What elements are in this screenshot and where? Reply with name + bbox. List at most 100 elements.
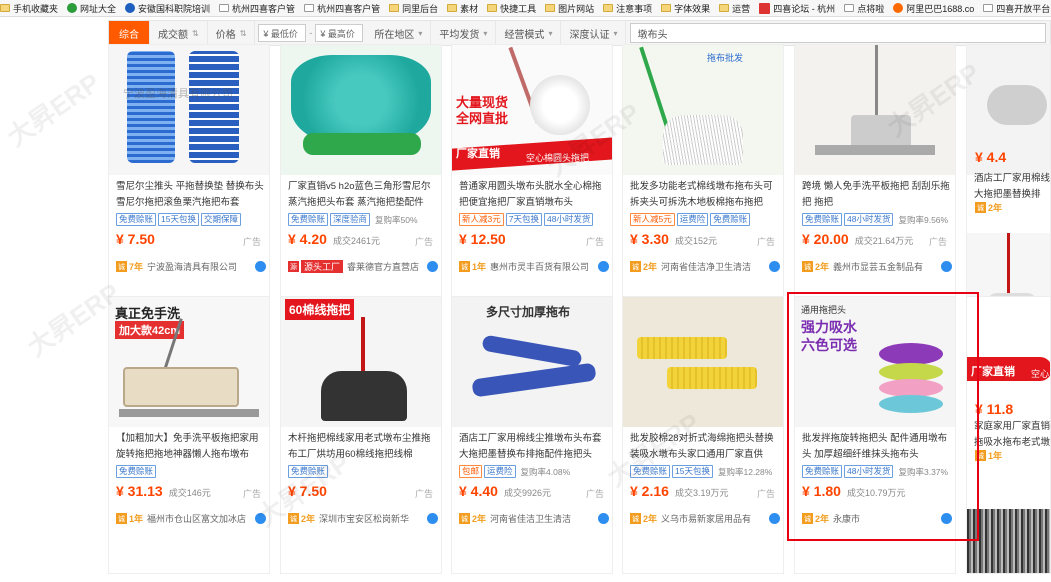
product-title[interactable]: 雪尼尔尘推头 平拖替换垫 替换布头 雪尼尔拖把滚鱼栗汽拖把布套 bbox=[116, 179, 266, 211]
product-title[interactable]: 厂家直销v5 h2o蓝色三角形雪尼尔蒸汽拖把头布套 蒸汽拖把垫配件 bbox=[288, 179, 438, 211]
chat-icon[interactable] bbox=[941, 513, 952, 524]
product-card-partial[interactable]: 厂家直销 空心 ¥ 11.8 家庭家用厂家直销 拖吸水拖布老式墩布 诚1年 bbox=[966, 296, 1051, 574]
shop-name[interactable]: 睿莱德官方直营店 bbox=[347, 260, 424, 273]
chat-icon[interactable] bbox=[427, 261, 438, 272]
shop-name[interactable]: 河南省佳洁卫生清洁 bbox=[490, 512, 595, 525]
location-filter[interactable]: 所在地区 ▾ bbox=[366, 21, 432, 45]
product-card[interactable]: 拖布批发 批发多功能老式棉线墩布拖布头可拆夹头可拆洗木地板棉拖布拖把 新人减5元… bbox=[622, 44, 784, 322]
product-image[interactable] bbox=[795, 45, 955, 175]
product-price: ¥ 11.8 bbox=[975, 401, 1014, 417]
product-title[interactable]: 批发拌拖旋转拖把头 配件通用墩布头 加厚超细纤维抹头拖布头 bbox=[802, 431, 952, 463]
shop-name[interactable]: 永康市 bbox=[833, 512, 938, 525]
product-title[interactable]: 跨境 懒人免手洗平板拖把 刮刮乐拖把 拖把 bbox=[802, 179, 952, 211]
shop-row[interactable]: 诚 1年 惠州市灵丰百货有限公司 bbox=[459, 260, 609, 273]
product-image[interactable]: 60棉线拖把 bbox=[281, 297, 441, 427]
product-title[interactable]: 酒店工厂家用棉线大拖把墨替换排 bbox=[974, 171, 1050, 203]
product-card[interactable]: 通用拖把头 强力吸水 六色可选 批发拌拖旋转拖把头 配件通用墩布头 加厚超细纤维… bbox=[794, 296, 956, 574]
image-caption: 拖布批发 bbox=[707, 53, 744, 63]
cert-filter[interactable]: 深度认证 ▾ bbox=[561, 21, 627, 45]
sort-sales-button[interactable]: 成交额 ⇅ bbox=[150, 21, 208, 45]
product-price: ¥ 2.16 bbox=[630, 483, 669, 499]
shop-row[interactable]: 诚 2年 永康市 bbox=[802, 512, 952, 525]
service-tag: 15天包换 bbox=[672, 465, 713, 478]
bookmark-item[interactable]: 图片网站 bbox=[545, 2, 594, 15]
bookmark-item[interactable]: 四喜开放平台 bbox=[983, 2, 1050, 15]
shop-name[interactable]: 惠州市灵丰百货有限公司 bbox=[490, 260, 595, 273]
shop-name[interactable]: 义乌市易新家居用品有 bbox=[661, 512, 766, 525]
shop-row[interactable]: 诚 7年 宁波盈海清具有限公司 bbox=[116, 260, 266, 273]
chat-icon[interactable] bbox=[598, 261, 609, 272]
product-image[interactable]: 大量现货 全网直批 厂家直销 空心棉圆头拖把 bbox=[452, 45, 612, 175]
product-title[interactable]: 家庭家用厂家直销 拖吸水拖布老式墩布 bbox=[974, 419, 1050, 451]
shop-row[interactable]: 诚 2年 義州市显芸五金制品有 bbox=[802, 260, 952, 273]
product-image[interactable]: 真正免手洗 加大款42cm bbox=[109, 297, 269, 427]
bookmark-item[interactable]: 快捷工具 bbox=[487, 2, 536, 15]
chat-icon[interactable] bbox=[769, 261, 780, 272]
ad-label: 广告 bbox=[756, 489, 775, 499]
chat-icon[interactable] bbox=[255, 261, 266, 272]
shop-name[interactable]: 義州市显芸五金制品有 bbox=[833, 260, 938, 273]
bookmark-item[interactable]: 杭州四喜客户管 bbox=[304, 2, 380, 15]
product-image[interactable] bbox=[281, 45, 441, 175]
product-title[interactable]: 木杆拖把棉线家用老式墩布尘推拖布工厂烘坊用60棉线拖把线棉 bbox=[288, 431, 438, 463]
shop-row[interactable]: 源源头工厂 睿莱德官方直营店 bbox=[288, 260, 438, 273]
sort-price-button[interactable]: 价格 ⇅ bbox=[208, 21, 256, 45]
shop-row[interactable]: 诚 2年 河南省佳洁净卫生清洁 bbox=[630, 260, 780, 273]
product-title[interactable]: 批发胶棉28对折式海绵拖把头替换装吸水墩布头家口通用厂家直供 bbox=[630, 431, 780, 463]
product-card[interactable]: 批发胶棉28对折式海绵拖把头替换装吸水墩布头家口通用厂家直供 免费赊账 15天包换… bbox=[622, 296, 784, 574]
product-card[interactable]: 大量现货 全网直批 厂家直销 空心棉圆头拖把 普通家用圆头墩布头脱水全心棉拖把便… bbox=[451, 44, 613, 322]
shop-row[interactable]: 诚 1年 福州市仓山区富文加冰店 bbox=[116, 512, 266, 525]
chat-icon[interactable] bbox=[769, 513, 780, 524]
search-input[interactable]: 墩布头 bbox=[630, 23, 1046, 43]
product-card[interactable]: 真正免手洗 加大款42cm 【加粗加大】免手洗平板拖把家用旋转拖把拖地神器懒人拖… bbox=[108, 296, 270, 574]
product-image[interactable] bbox=[623, 297, 783, 427]
bookmark-item[interactable]: 杭州四喜客户管 bbox=[219, 2, 295, 15]
product-card-partial[interactable]: ¥ 4.4 酒店工厂家用棉线大拖把墨替换排 诚 2年 bbox=[966, 44, 1051, 322]
product-image[interactable]: 拖布批发 bbox=[623, 45, 783, 175]
shop-name[interactable]: 河南省佳洁净卫生清洁 bbox=[661, 260, 766, 273]
max-price-input[interactable]: ¥ 最高价 bbox=[315, 24, 364, 42]
product-image[interactable]: 通用拖把头 强力吸水 六色可选 bbox=[795, 297, 955, 427]
business-filter[interactable]: 经营模式 ▾ bbox=[496, 21, 562, 45]
bookmark-item[interactable]: 四喜论坛 - 杭州 bbox=[759, 2, 835, 15]
chat-icon[interactable] bbox=[598, 513, 609, 524]
sort-default-button[interactable]: 综合 bbox=[109, 21, 150, 45]
chat-icon[interactable] bbox=[255, 513, 266, 524]
product-title[interactable]: 批发多功能老式棉线墩布拖布头可拆夹头可拆洗木地板棉拖布拖把 bbox=[630, 179, 780, 211]
watermark: 大昇ERP bbox=[1, 67, 106, 153]
shop-name[interactable]: 福州市仓山区富文加冰店 bbox=[147, 512, 252, 525]
bookmark-item[interactable]: 同里后台 bbox=[389, 2, 438, 15]
product-card[interactable]: 厂家直销v5 h2o蓝色三角形雪尼尔蒸汽拖把头布套 蒸汽拖把垫配件 免费赊账 深度… bbox=[280, 44, 442, 322]
chat-icon[interactable] bbox=[427, 513, 438, 524]
bookmark-label: 阿里巴巴1688.co bbox=[906, 3, 975, 14]
shop-name[interactable]: 宁波盈海清具有限公司 bbox=[147, 260, 252, 273]
bookmark-item[interactable]: 字体效果 bbox=[661, 2, 710, 15]
bookmark-item[interactable]: 阿里巴巴1688.co bbox=[893, 2, 974, 15]
shop-row[interactable]: 诚 2年 义乌市易新家居用品有 bbox=[630, 512, 780, 525]
product-image[interactable]: 多尺寸加厚拖布 bbox=[452, 297, 612, 427]
year-badge-icon: 诚 bbox=[630, 261, 641, 272]
shop-name[interactable]: 深圳市宝安区松岗新华 bbox=[319, 512, 424, 525]
product-card[interactable]: 多尺寸加厚拖布 酒店工厂家用棉线尘推墩布头布套大拖把墨替换布排拖配件拖把头 包邮… bbox=[451, 296, 613, 574]
shop-row[interactable]: 诚 2年 深圳市宝安区松岗新华 bbox=[288, 512, 438, 525]
product-title[interactable]: 普通家用圆头墩布头脱水全心棉拖把便宜拖把厂家直销墩布头 bbox=[459, 179, 609, 211]
bookmark-item[interactable]: 安徽国科职院培训 bbox=[125, 2, 210, 15]
shipping-filter[interactable]: 平均发货 ▾ bbox=[431, 21, 497, 45]
product-card[interactable]: 宁波盈海清具有限公司 雪尼尔尘推头 平拖替换垫 替换布头 雪尼尔拖把滚鱼栗汽拖把… bbox=[108, 44, 270, 322]
bookmark-item[interactable]: 手机收藏夹 bbox=[0, 2, 58, 15]
repurchase-rate: 复购率3.37% bbox=[898, 466, 949, 477]
chat-icon[interactable] bbox=[941, 261, 952, 272]
product-title[interactable]: 【加粗加大】免手洗平板拖把家用旋转拖把拖地神器懒人拖布墩布 bbox=[116, 431, 266, 463]
bookmark-item[interactable]: 素材 bbox=[447, 2, 478, 15]
product-card[interactable]: 跨境 懒人免手洗平板拖把 刮刮乐拖把 拖把 免费赊账 48小时发货 复购率9.56%… bbox=[794, 44, 956, 322]
product-card[interactable]: 60棉线拖把 木杆拖把棉线家用老式墩布尘推拖布工厂烘坊用60棉线拖把线棉 免费赊… bbox=[280, 296, 442, 574]
bookmark-item[interactable]: 点将啦 bbox=[844, 2, 884, 15]
shop-row[interactable]: 诚 2年 河南省佳洁卫生清洁 bbox=[459, 512, 609, 525]
min-price-input[interactable]: ¥ 最低价 bbox=[258, 24, 307, 42]
bookmark-item[interactable]: 运营 bbox=[719, 2, 750, 15]
chevron-down-icon: ▾ bbox=[548, 28, 553, 38]
bookmark-item[interactable]: 网址大全 bbox=[67, 2, 116, 15]
bookmark-item[interactable]: 注意事项 bbox=[603, 2, 652, 15]
product-title[interactable]: 酒店工厂家用棉线尘推墩布头布套大拖把墨替换布排拖配件拖把头 bbox=[459, 431, 609, 463]
product-image[interactable]: 宁波盈海清具有限公司 bbox=[109, 45, 269, 175]
